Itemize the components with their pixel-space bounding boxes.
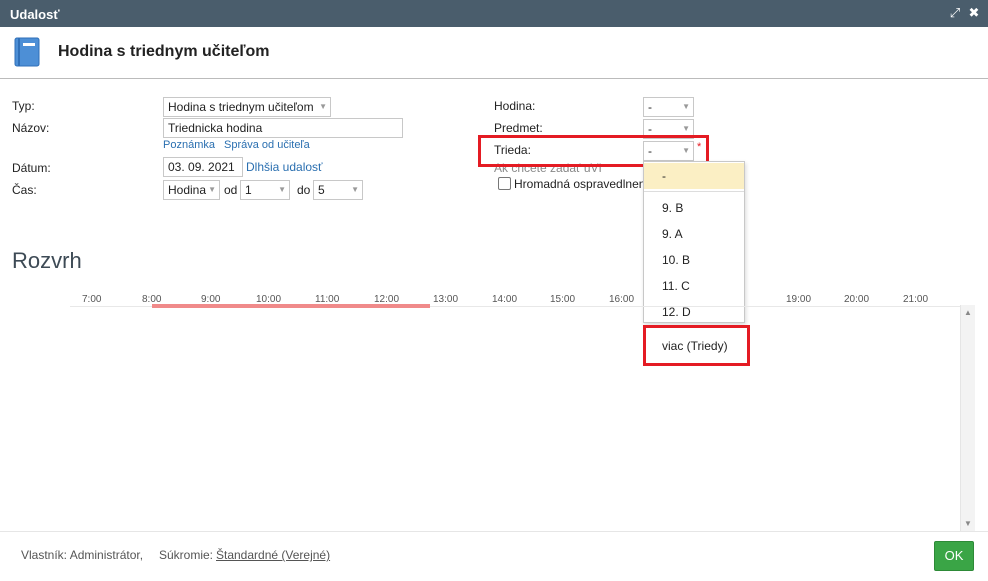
chevron-down-icon: ▼ (208, 185, 216, 194)
trieda-option-viac[interactable]: viac (Triedy) (662, 339, 728, 353)
hour-tick: 13:00 (433, 294, 459, 305)
nazov-input[interactable]: Triednicka hodina (163, 118, 403, 138)
trieda-option[interactable]: - (644, 163, 744, 189)
trieda-option[interactable]: 10. B (644, 247, 744, 273)
scroll-up-icon[interactable]: ▲ (964, 308, 972, 317)
hodina-select[interactable]: - ▼ (643, 97, 694, 117)
privacy-link[interactable]: Štandardné (Verejné) (216, 548, 330, 562)
chevron-down-icon: ▼ (278, 185, 286, 194)
trieda-option[interactable]: 9. B (644, 195, 744, 221)
event-time-bar (152, 304, 430, 308)
close-icon[interactable]: ✖ (967, 5, 981, 21)
privacy-label: Súkromie: (159, 548, 214, 562)
hour-tick: 19:00 (786, 294, 812, 305)
window-titlebar: Udalosť ⤢ ✖ (0, 0, 988, 27)
predmet-select-value: - (648, 122, 652, 136)
typ-select-value: Hodina s triednym učiteľom (168, 100, 314, 114)
sprava-od-ucitela-link[interactable]: Správa od učiteľa (224, 139, 310, 151)
hour-tick: 21:00 (903, 294, 929, 305)
od-label: od (224, 183, 238, 197)
hour-tick: 15:00 (550, 294, 576, 305)
dropdown-divider (644, 191, 744, 192)
viac-triedy-highlight-box: viac (Triedy) (643, 325, 750, 366)
typ-select[interactable]: Hodina s triednym učiteľom ▼ (163, 97, 331, 117)
od-select-value: 1 (245, 183, 252, 197)
hour-tick: 20:00 (844, 294, 870, 305)
do-select-value: 5 (318, 183, 325, 197)
nazov-label: Názov: (12, 121, 50, 135)
trieda-option[interactable]: 9. A (644, 221, 744, 247)
hour-tick: 14:00 (492, 294, 518, 305)
poznamka-link[interactable]: Poznámka (163, 139, 215, 151)
typ-label: Typ: (12, 99, 35, 113)
nazov-input-value: Triednicka hodina (168, 121, 263, 135)
dialog-footer: Vlastník: Administrátor, Súkromie: Štand… (0, 531, 988, 581)
ok-button[interactable]: OK (934, 541, 974, 571)
do-select[interactable]: 5 ▼ (313, 180, 363, 200)
predmet-label: Predmet: (494, 121, 543, 135)
od-select[interactable]: 1 ▼ (240, 180, 290, 200)
cas-unit-value: Hodina (168, 183, 207, 197)
chevron-down-icon: ▼ (319, 102, 327, 111)
timeline-header: 7:00 8:00 9:00 10:00 11:00 12:00 13:00 1… (0, 290, 988, 310)
book-icon (14, 37, 40, 67)
cas-unit-select[interactable]: Hodina ▼ (163, 180, 220, 200)
hromadna-checkbox[interactable] (498, 177, 511, 190)
hodina-select-value: - (648, 100, 652, 114)
hour-tick: 7:00 (82, 294, 102, 305)
dlhsia-udalost-link[interactable]: Dlhšia udalosť (246, 160, 323, 174)
cas-label: Čas: (12, 183, 37, 197)
datum-input[interactable]: 03. 09. 2021 (163, 157, 243, 177)
datum-input-value: 03. 09. 2021 (168, 160, 235, 174)
expand-icon[interactable]: ⤢ (948, 5, 962, 21)
scroll-down-icon[interactable]: ▼ (964, 519, 972, 528)
rozvrh-title: Rozvrh (12, 248, 82, 273)
datum-label: Dátum: (12, 161, 51, 175)
hour-tick: 16:00 (609, 294, 635, 305)
hromadna-label: Hromadná ospravedlnen (514, 177, 646, 191)
hodina-label: Hodina: (494, 99, 536, 113)
scrollbar[interactable]: ▲ ▼ (960, 305, 975, 531)
chevron-down-icon: ▼ (351, 185, 359, 194)
chevron-down-icon: ▼ (682, 102, 690, 111)
window-title: Udalosť (10, 7, 60, 22)
page-title: Hodina s triednym učiteľom (58, 43, 270, 60)
dialog-header: Hodina s triednym učiteľom (0, 27, 988, 79)
do-label: do (297, 183, 311, 197)
owner-text: Vlastník: Administrátor, (21, 548, 144, 562)
